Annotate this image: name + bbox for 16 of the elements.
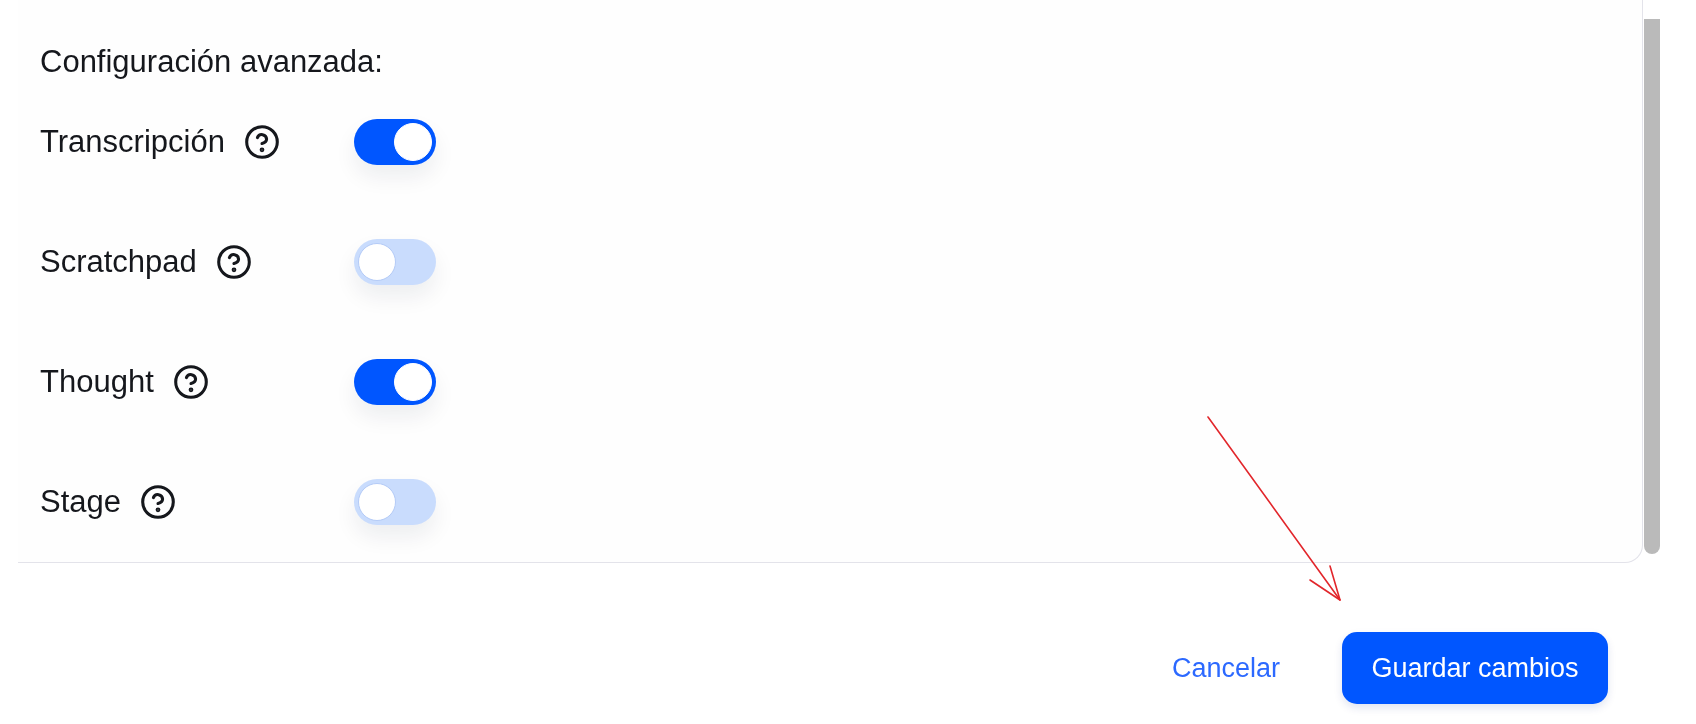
toggle-switch[interactable] (354, 359, 436, 405)
help-icon[interactable] (244, 125, 279, 159)
setting-label: Transcripción (40, 124, 225, 160)
save-button[interactable]: Guardar cambios (1342, 632, 1608, 704)
help-icon[interactable] (173, 365, 208, 399)
help-icon[interactable] (141, 485, 175, 519)
cancel-button[interactable]: Cancelar (1169, 632, 1282, 704)
toggle-switch[interactable] (354, 479, 436, 525)
toggle-switch[interactable] (354, 239, 436, 285)
setting-label: Stage (40, 484, 121, 520)
help-icon[interactable] (216, 245, 251, 279)
toggle-switch[interactable] (354, 119, 436, 165)
section-heading: Configuración avanzada: (40, 44, 383, 80)
setting-label: Thought (40, 364, 154, 400)
setting-label: Scratchpad (40, 244, 197, 280)
scrollbar[interactable] (1644, 19, 1660, 554)
